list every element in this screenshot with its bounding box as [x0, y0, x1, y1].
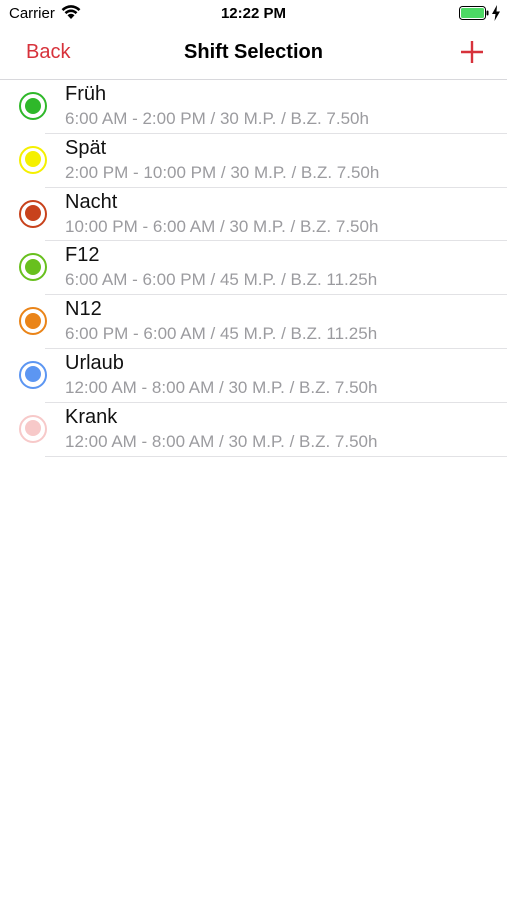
shift-name: Früh: [65, 83, 107, 105]
status-bar: Carrier 12:22 PM: [0, 0, 507, 28]
shift-detail: 6:00 PM - 6:00 AM / 45 M.P. / B.Z. 11.25…: [65, 324, 378, 344]
shift-color-dot-icon: [19, 199, 47, 228]
shift-detail: 6:00 AM - 2:00 PM / 30 M.P. / B.Z. 7.50h: [65, 109, 369, 128]
shift-row-krank[interactable]: Krank 12:00 AM - 8:00 AM / 30 M.P. / B.Z…: [0, 403, 507, 457]
shift-name: N12: [65, 298, 102, 321]
status-time: 12:22 PM: [220, 5, 287, 22]
shift-detail: 12:00 AM - 8:00 AM / 30 M.P. / B.Z. 7.50…: [65, 377, 378, 397]
page-title: Shift Selection: [184, 41, 323, 63]
shift-color-dot-icon: [19, 253, 47, 282]
shift-color-dot-icon: [19, 414, 47, 443]
shift-row-f12[interactable]: F12 6:00 AM - 6:00 PM / 45 M.P. / B.Z. 1…: [0, 241, 507, 296]
plus-icon[interactable]: [456, 36, 488, 68]
shift-row-frueh[interactable]: Früh 6:00 AM - 2:00 PM / 30 M.P. / B.Z. …: [0, 80, 507, 134]
shift-name: Urlaub: [65, 351, 124, 374]
shift-row-urlaub[interactable]: Urlaub 12:00 AM - 8:00 AM / 30 M.P. / B.…: [0, 349, 507, 403]
shift-row-nacht[interactable]: Nacht 10:00 PM - 6:00 AM / 30 M.P. / B.Z…: [0, 188, 507, 242]
shift-list: Früh 6:00 AM - 2:00 PM / 30 M.P. / B.Z. …: [0, 80, 507, 457]
shift-row-spaet[interactable]: Spät 2:00 PM - 10:00 PM / 30 M.P. / B.Z.…: [0, 134, 507, 188]
shift-name: F12: [65, 244, 100, 267]
shift-name: Krank: [65, 405, 118, 428]
shift-name: Nacht: [65, 190, 118, 213]
shift-name: Spät: [65, 136, 107, 159]
navigation-bar: Back Shift Selection: [0, 28, 507, 80]
shift-detail: 6:00 AM - 6:00 PM / 45 M.P. / B.Z. 11.25…: [65, 270, 378, 290]
battery-icon: [459, 6, 489, 20]
shift-detail: 10:00 PM - 6:00 AM / 30 M.P. / B.Z. 7.50…: [65, 216, 379, 236]
charging-bolt-icon: [492, 5, 500, 21]
shift-detail: 2:00 PM - 10:00 PM / 30 M.P. / B.Z. 7.50…: [65, 162, 380, 182]
shift-color-dot-icon: [19, 307, 47, 336]
shift-color-dot-icon: [19, 92, 47, 120]
shift-detail: 12:00 AM - 8:00 AM / 30 M.P. / B.Z. 7.50…: [65, 431, 378, 451]
shift-color-dot-icon: [19, 360, 47, 389]
shift-color-dot-icon: [19, 145, 47, 174]
shift-row-n12[interactable]: N12 6:00 PM - 6:00 AM / 45 M.P. / B.Z. 1…: [0, 295, 507, 349]
row-separator: [45, 455, 507, 457]
